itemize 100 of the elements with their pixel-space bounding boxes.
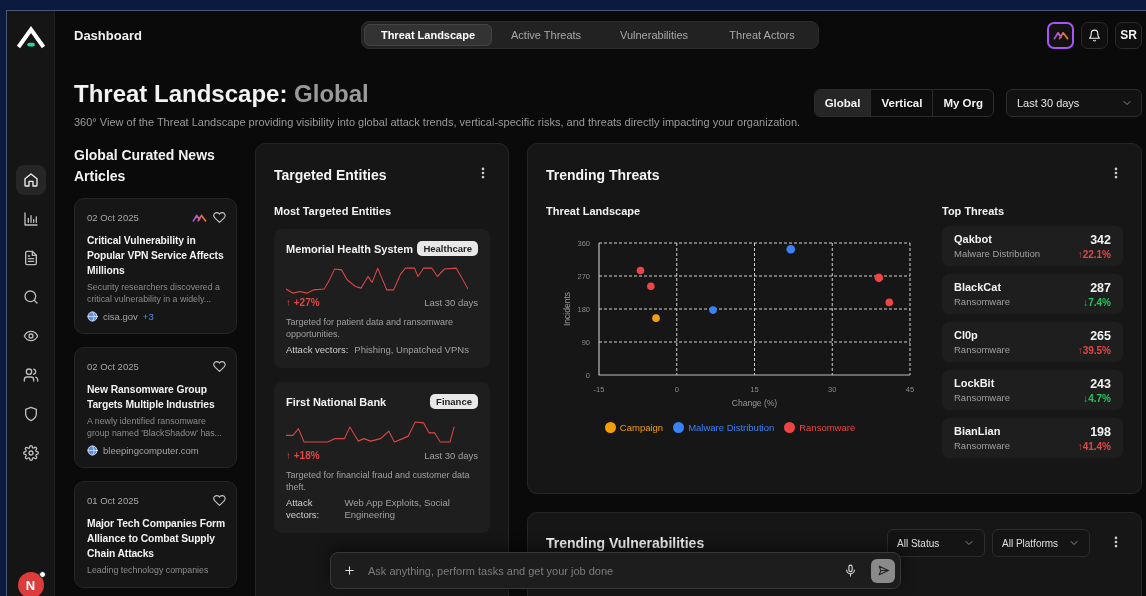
period-dropdown[interactable]: Last 30 days [1006, 89, 1142, 117]
article-title: Major Tech Companies Form Alliance to Combat Supply Chain Attacks [87, 517, 226, 561]
article-source: bleepingcomputer.com [103, 445, 199, 456]
attack-vectors: Phishing, Unpatched VPNs [354, 344, 469, 356]
tab[interactable]: Threat Actors [708, 24, 817, 46]
threat-category: Malware Distribution [954, 248, 1041, 259]
sector-tag: Finance [430, 394, 478, 409]
globe-icon [87, 311, 98, 322]
threat-card[interactable]: Cl0p Ransomware 265 ↑39.5% [942, 322, 1123, 362]
change-value: ↑ +18% [286, 450, 320, 461]
home-nav-button[interactable] [15, 165, 46, 195]
chat-input[interactable]: Ask anything, perform tasks and get your job done [366, 558, 834, 583]
panel-title: Trending Vulnerabilities [546, 535, 705, 551]
user-menu-button[interactable]: SR [1115, 21, 1142, 49]
scope-option[interactable]: Vertical [870, 90, 933, 116]
send-icon [876, 564, 890, 577]
article-date: 02 Oct 2025 [87, 361, 139, 372]
sector-tag: Healthcare [417, 241, 478, 256]
scope-option[interactable]: My Org [932, 90, 993, 116]
change-value: ↑39.5% [1077, 345, 1111, 356]
threat-name: Cl0p [954, 329, 979, 341]
threat-category: Ransomware [954, 392, 1010, 403]
eye-icon [22, 328, 39, 344]
change-value: ↓4.7% [1083, 393, 1111, 404]
filter-dropdown[interactable]: All Platforms [992, 529, 1090, 557]
article-title: New Ransomware Group Targets Multiple Industries [87, 383, 216, 412]
heart-icon [213, 211, 226, 224]
assistant-button[interactable] [1047, 21, 1074, 49]
notifications-button[interactable] [1081, 21, 1108, 49]
home-icon [22, 172, 39, 188]
filter-dropdown[interactable]: All Status [887, 529, 985, 557]
bar-chart-icon [22, 211, 39, 227]
document-icon [22, 250, 39, 266]
search-icon [22, 289, 39, 305]
threat-name: LockBit [954, 377, 996, 389]
incident-count: 198 [1090, 425, 1111, 439]
article-source: cisa.gov [103, 311, 138, 322]
attack-vectors: Web App Exploits, Social Engineering [344, 497, 451, 521]
list-title: Top Threats [942, 205, 1006, 217]
legend-label: Ransomware [799, 422, 856, 433]
threat-card[interactable]: LockBit Ransomware 243 ↓4.7% [942, 370, 1123, 410]
threat-card[interactable]: Qakbot Malware Distribution 342 ↑22.1% [942, 226, 1123, 266]
legend-label: Malware Distribution [688, 422, 775, 433]
microphone-icon [844, 564, 857, 577]
scope-option[interactable]: Global [814, 90, 871, 116]
article-summary: Leading technology companies [87, 564, 210, 576]
incident-count: 342 [1090, 233, 1111, 247]
news-card[interactable]: 01 Oct 2025 Major Tech Companies Form Alliance to Combat Supply Chain Attacks Leading technology companies [74, 481, 237, 588]
panel-title: Targeted Entities [274, 166, 387, 183]
incident-count: 243 [1090, 377, 1111, 391]
add-button[interactable] [343, 564, 356, 577]
entity-card[interactable]: Memorial Health System Healthcare ↑ +27% Last 30 days Targeted for patient data and ransomware opportunities. Attack vectors: Phishing, Unpatched VPNs [274, 229, 490, 368]
entity-card[interactable]: First National Bank Finance ↑ +18% Last 30 days Targeted for financial fraud and customer data theft. Attack vectors: Web App Exploits, Social Engineering [274, 382, 490, 533]
more-sources-link[interactable]: +3 [142, 311, 154, 322]
change-value: ↓7.4% [1083, 297, 1111, 308]
news-card[interactable]: 02 Oct 2025 Critical Vulnerability in Popular VPN Service Affects Millions Security researchers discovered a critical vulnerability in a widely... cisa.gov +3 [74, 198, 237, 334]
user-avatar[interactable]: N [17, 572, 44, 596]
threat-name: BianLian [954, 425, 1002, 437]
period-label: Last 30 days [424, 297, 478, 308]
change-value: ↑ +27% [286, 297, 320, 308]
article-title: Critical Vulnerability in Popular VPN Service Affects Millions [87, 234, 225, 278]
article-summary: A newly identified ransomware group named 'BlackShadow' has... [87, 415, 223, 439]
axis-label: Change (%) [731, 398, 778, 408]
news-card[interactable]: 02 Oct 2025 New Ransomware Group Targets Multiple Industries A newly identified ransomware group named 'BlackShadow' has... bleepingcomputer.com [74, 347, 237, 468]
send-button[interactable] [871, 558, 895, 583]
chat-field[interactable]: Ask anything, perform tasks and get your job done [330, 552, 901, 589]
threat-card[interactable]: BianLian Ransomware 198 ↑41.4% [942, 418, 1123, 458]
settings-icon [22, 445, 39, 461]
microphone-button[interactable] [844, 564, 857, 577]
globe-icon [87, 445, 98, 456]
threat-card[interactable]: BlackCat Ransomware 287 ↓7.4% [942, 274, 1123, 314]
attack-vectors-label: Attack vectors: [286, 497, 321, 521]
entity-name: Memorial Health System [286, 242, 414, 255]
subsection-title: Most Targeted Entities [274, 205, 393, 217]
entity-name: First National Bank [286, 395, 387, 408]
app-logo-icon [15, 24, 46, 50]
threat-name: Qakbot [954, 233, 993, 245]
heart-icon [213, 494, 226, 507]
period-label: Last 30 days [424, 450, 478, 461]
change-value: ↑22.1% [1077, 249, 1111, 260]
heart-icon [213, 360, 226, 373]
tab[interactable]: Active Threats [492, 24, 601, 46]
threat-name: BlackCat [954, 281, 1003, 293]
incident-count: 287 [1090, 281, 1111, 295]
users-icon [22, 367, 39, 383]
attack-vectors-label: Attack vectors: [286, 344, 349, 356]
heading: Threat Landscape: Global [74, 81, 370, 107]
axis-label: Incidents [562, 292, 572, 326]
threat-category: Ransomware [954, 440, 1010, 451]
page-title: Dashboard [74, 27, 142, 43]
change-value: ↑41.4% [1077, 441, 1111, 452]
page-description: 360° View of the Threat Landscape providing visibility into global attack trends, vertical-specific risks, and threats directly impacting your organization. [74, 116, 801, 128]
plus-icon [343, 564, 356, 577]
entity-description: Targeted for patient data and ransomware opportunities. [286, 316, 455, 340]
tab[interactable]: Threat Landscape [363, 24, 493, 46]
threat-category: Ransomware [954, 296, 1010, 307]
entity-description: Targeted for financial fraud and customer data theft. [286, 469, 471, 493]
tab[interactable]: Vulnerabilities [600, 24, 709, 46]
panel-title: Trending Threats [546, 166, 660, 183]
threat-category: Ransomware [954, 344, 1010, 355]
